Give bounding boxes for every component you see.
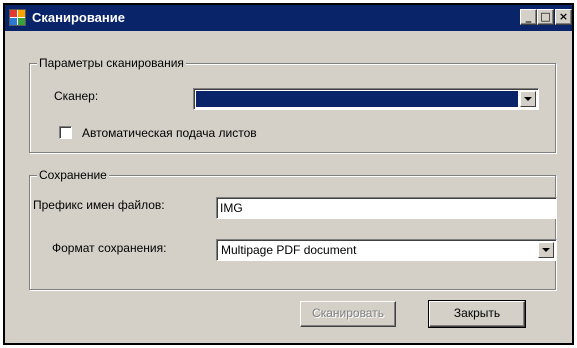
save-legend: Сохранение (37, 168, 109, 182)
scan-params-group: Параметры сканирования Сканер: Автоматич… (29, 56, 556, 153)
maximize-button[interactable]: □ (537, 9, 554, 25)
format-label: Формат сохранения: (52, 241, 167, 255)
scanner-label: Сканер: (54, 89, 99, 103)
close-window-button[interactable]: × (555, 9, 572, 25)
auto-feed-label[interactable]: Автоматическая подача листов (82, 126, 257, 140)
app-icon (9, 9, 26, 26)
close-button[interactable]: Закрыть (428, 300, 526, 328)
window-title: Сканирование (32, 10, 125, 25)
prefix-label: Префикс имен файлов: (33, 198, 165, 212)
title-bar[interactable]: Сканирование _ □ × (5, 5, 572, 31)
prefix-input-box[interactable] (216, 197, 557, 219)
format-select[interactable]: Multipage PDF document (216, 239, 557, 261)
minimize-button[interactable]: _ (520, 9, 537, 25)
prefix-input[interactable] (220, 200, 553, 216)
scanner-select[interactable] (193, 88, 539, 110)
save-group: Сохранение Префикс имен файлов: Формат с… (29, 168, 557, 290)
format-select-value: Multipage PDF document (221, 243, 357, 257)
auto-feed-checkbox[interactable] (59, 126, 72, 139)
scanner-selection-highlight (196, 91, 518, 107)
scanner-dropdown-arrow-icon[interactable] (520, 91, 536, 107)
scan-dialog-window: Сканирование _ □ × Параметры сканировани… (3, 3, 574, 345)
scan-params-legend: Параметры сканирования (37, 56, 186, 70)
format-dropdown-arrow-icon[interactable] (538, 242, 554, 258)
scan-button[interactable]: Сканировать (300, 301, 396, 327)
